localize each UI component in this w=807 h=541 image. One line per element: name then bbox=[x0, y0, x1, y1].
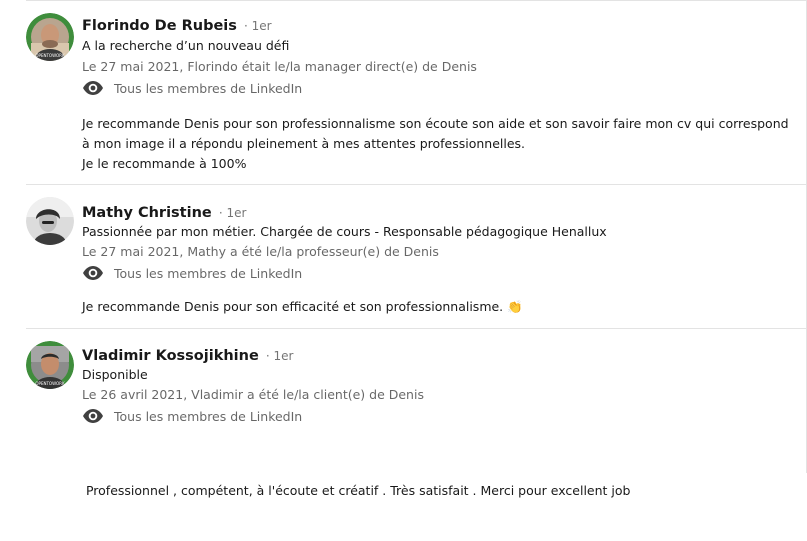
avatar[interactable] bbox=[26, 197, 74, 245]
recommendation-text: Je recommande Denis pour son professionn… bbox=[82, 114, 792, 174]
recommender-headline: A la recherche d’un nouveau défi bbox=[82, 38, 290, 53]
recommender-headline: Disponible bbox=[82, 367, 148, 382]
visibility-label: Tous les membres de LinkedIn bbox=[114, 408, 303, 424]
recommendation-item: OPENTOWORK Vladimir Kossojikhine · 1er D… bbox=[0, 329, 806, 498]
text-line: Je recommande Denis pour son professionn… bbox=[82, 116, 789, 131]
eye-icon bbox=[82, 408, 104, 424]
opentowork-badge: OPENTOWORK bbox=[35, 381, 65, 386]
text-line: Je le recommande à 100% bbox=[82, 156, 247, 171]
avatar[interactable]: OPENTOWORK bbox=[26, 13, 74, 61]
visibility-setting: Tous les membres de LinkedIn bbox=[82, 265, 302, 281]
text-line: Professionnel , compétent, à l'écoute et… bbox=[82, 483, 631, 498]
recommender-name[interactable]: Vladimir Kossojikhine bbox=[82, 348, 259, 364]
recommender-name[interactable]: Florindo De Rubeis bbox=[82, 18, 237, 34]
visibility-label: Tous les membres de LinkedIn bbox=[114, 265, 303, 281]
recommender-name[interactable]: Mathy Christine bbox=[82, 205, 212, 221]
visibility-label: Tous les membres de LinkedIn bbox=[114, 80, 303, 96]
recommendation-text: Je recommande Denis pour son efficacité … bbox=[82, 297, 792, 317]
eye-icon bbox=[82, 80, 104, 96]
eye-icon bbox=[82, 265, 104, 281]
recommendation-item: Mathy Christine · 1er Passionnée par mon… bbox=[0, 185, 806, 329]
recommender-headline: Passionnée par mon métier. Chargée de co… bbox=[82, 224, 607, 239]
opentowork-badge: OPENTOWORK bbox=[35, 53, 65, 58]
avatar[interactable]: OPENTOWORK bbox=[26, 341, 74, 389]
visibility-setting: Tous les membres de LinkedIn bbox=[82, 80, 302, 96]
recommendation-item: OPENTOWORK Florindo De Rubeis · 1er A la… bbox=[0, 0, 806, 185]
connection-degree: · 1er bbox=[265, 349, 294, 363]
recommendation-date: Le 26 avril 2021, Vladimir a été le/la c… bbox=[82, 387, 424, 402]
recommendation-date: Le 27 mai 2021, Mathy a été le/la profes… bbox=[82, 244, 439, 259]
recommendation-text: Professionnel , compétent, à l'écoute et… bbox=[82, 441, 792, 541]
text-line: à mon image il a répondu pleinement à me… bbox=[82, 136, 526, 151]
connection-degree: · 1er bbox=[218, 206, 247, 220]
visibility-setting: Tous les membres de LinkedIn bbox=[82, 408, 302, 424]
recommendation-date: Le 27 mai 2021, Florindo était le/la man… bbox=[82, 59, 477, 74]
connection-degree: · 1er bbox=[244, 19, 272, 33]
text-line: Je recommande Denis pour son efficacité … bbox=[82, 299, 523, 314]
